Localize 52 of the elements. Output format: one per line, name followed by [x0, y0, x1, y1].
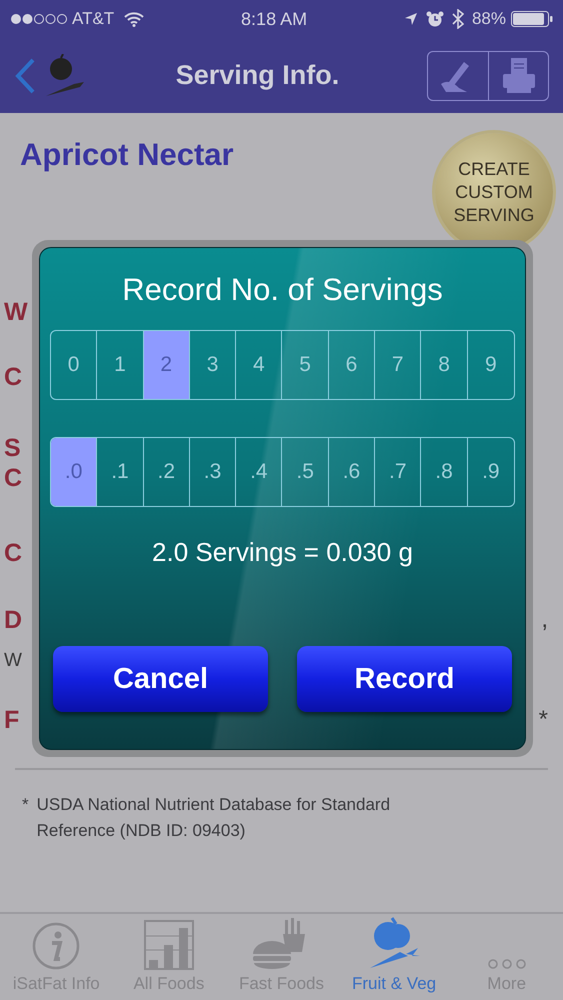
digit-option[interactable]: 3: [190, 331, 236, 399]
footnote-mark: *: [22, 794, 29, 816]
digit-option[interactable]: 5: [282, 331, 329, 399]
partial-text: C: [4, 538, 22, 568]
decimal-option[interactable]: .8: [421, 438, 468, 506]
partial-text: *: [538, 706, 548, 734]
digit-option[interactable]: 4: [236, 331, 282, 399]
tab-item[interactable]: Fruit & Veg: [338, 914, 450, 1000]
food-name: Apricot Nectar: [20, 137, 234, 173]
decimal-option[interactable]: .9: [468, 438, 514, 506]
clock-time: 8:18 AM: [240, 8, 308, 30]
decimal-option[interactable]: .4: [236, 438, 282, 506]
decimal-option[interactable]: .6: [328, 438, 376, 506]
digit-option[interactable]: 8: [421, 331, 468, 399]
partial-text: ,: [541, 606, 548, 634]
back-icon[interactable]: [14, 58, 36, 94]
decimal-option[interactable]: .3: [190, 438, 236, 506]
location-icon: [404, 12, 418, 26]
signal-icon: [10, 13, 68, 25]
digit-option[interactable]: 6: [328, 331, 376, 399]
battery-icon: [511, 11, 553, 27]
cancel-button[interactable]: Cancel: [53, 646, 268, 712]
badge-label: CREATE CUSTOM SERVING: [452, 158, 536, 226]
digit-option[interactable]: 0: [51, 331, 98, 399]
bluetooth-icon: [452, 9, 464, 29]
partial-text: F: [4, 706, 20, 734]
carrier-name: AT&T: [72, 9, 114, 29]
partial-text: W: [4, 650, 22, 672]
screen-title: Serving Info.: [174, 60, 340, 91]
footnote-text: USDA National Nutrient Database for Standard Reference (NDB ID: 09403): [36, 794, 392, 842]
digit-option[interactable]: 9: [468, 331, 514, 399]
servings-summary: 2.0 Servings = 0.030 g: [152, 537, 413, 568]
digit-option[interactable]: 7: [375, 331, 422, 399]
wifi-icon: [124, 12, 144, 26]
decimal-option[interactable]: .1: [97, 438, 144, 506]
partial-text: S: [4, 434, 21, 462]
dialog-title: Record No. of Servings: [122, 272, 443, 308]
digit-option[interactable]: 2: [144, 331, 190, 399]
record-button[interactable]: Record: [297, 646, 512, 712]
alarm-icon: [426, 11, 444, 27]
partial-text: C: [4, 464, 22, 492]
decimal-option[interactable]: .0: [51, 438, 98, 506]
info-icon: [32, 922, 80, 970]
partial-text: C: [4, 362, 22, 392]
decimal-option[interactable]: .5: [282, 438, 329, 506]
battery-percent: 88%: [472, 9, 506, 29]
partial-text: D: [4, 606, 22, 634]
decimal-option[interactable]: .2: [144, 438, 190, 506]
more-icon: [486, 958, 527, 970]
decimal-option[interactable]: .7: [375, 438, 422, 506]
partial-text: W: [4, 298, 28, 326]
bar-chart-icon: [144, 920, 194, 970]
